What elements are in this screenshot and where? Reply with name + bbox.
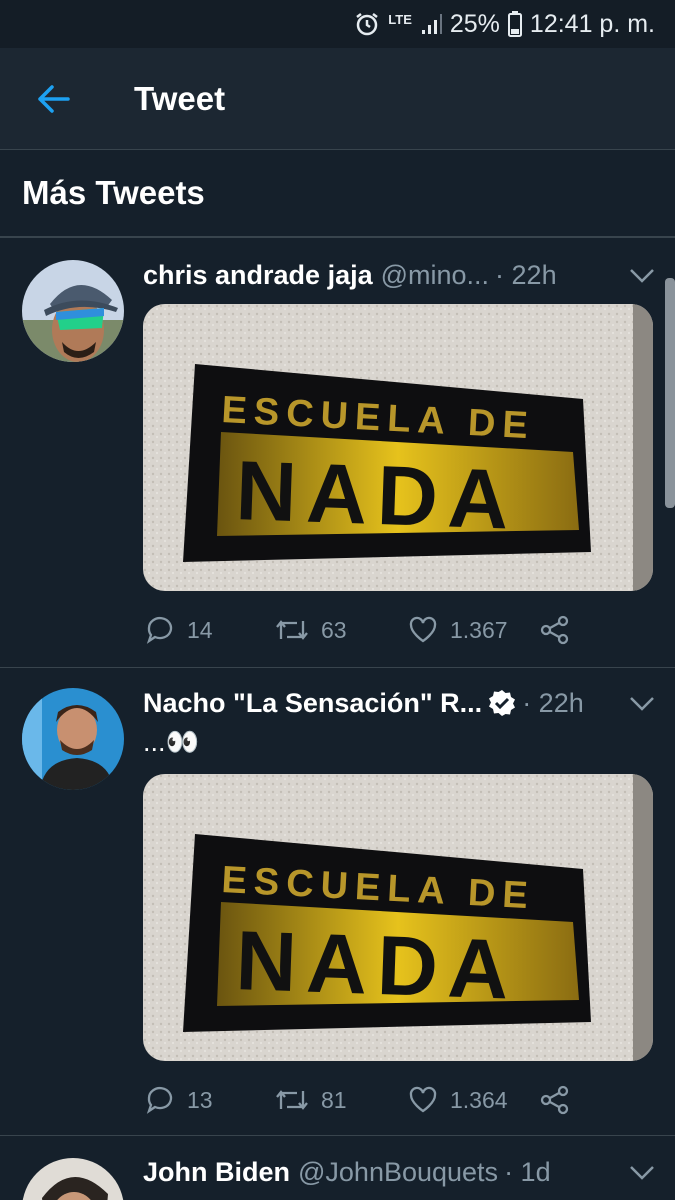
like-button[interactable]: 1.364 (408, 1086, 540, 1114)
author-name[interactable]: Nacho "La Sensación" R... (143, 688, 482, 719)
avatar[interactable] (22, 688, 124, 790)
section-title: Más Tweets (0, 150, 675, 238)
tweet-text: ...👀 (143, 727, 200, 757)
reply-count: 13 (187, 1086, 213, 1113)
heart-icon (409, 1086, 437, 1113)
tweet-time: · 22h (495, 259, 557, 290)
scrollbar[interactable] (665, 278, 675, 508)
share-button[interactable] (540, 1085, 570, 1115)
retweet-button[interactable]: 81 (275, 1087, 408, 1114)
tweet-card[interactable]: Nacho "La Sensación" R... · 22h ...👀 ESC… (0, 668, 675, 1136)
tweet-time: · 1d (504, 1156, 551, 1187)
chevron-down-icon[interactable] (629, 260, 655, 291)
tweet-image[interactable]: ESCUELA DE NADA (143, 304, 653, 591)
retweet-button[interactable]: 63 (275, 617, 408, 644)
author-handle[interactable]: @JohnBouquets (298, 1157, 498, 1188)
avatar[interactable] (22, 260, 124, 362)
reply-icon (146, 1086, 173, 1114)
share-icon (540, 615, 569, 645)
top-app-bar: Tweet (0, 48, 675, 150)
tweet-card[interactable]: chris andrade jaja @mino... · 22h ESCUEL… (0, 240, 675, 668)
author-handle[interactable]: @mino... (381, 260, 489, 291)
battery-percent: 25% (449, 9, 500, 38)
retweet-count: 63 (321, 616, 347, 643)
network-type: LTE (388, 12, 412, 27)
arrow-left-icon (38, 84, 70, 113)
retweet-icon (276, 620, 308, 640)
sign-text-main: NADA (234, 443, 520, 547)
clock: 12:41 p. m. (529, 9, 655, 38)
like-button[interactable]: 1.367 (408, 616, 540, 644)
chevron-down-icon[interactable] (629, 688, 655, 719)
author-name[interactable]: chris andrade jaja (143, 260, 373, 291)
retweet-count: 81 (321, 1086, 347, 1113)
page-title: Tweet (134, 79, 226, 117)
battery-icon (507, 11, 522, 37)
tweet-time: · 22h (522, 687, 584, 718)
verified-badge-icon (488, 689, 516, 717)
heart-icon (409, 616, 437, 643)
author-name[interactable]: John Biden (143, 1157, 290, 1188)
reply-icon (146, 616, 173, 644)
tweet-header: Nacho "La Sensación" R... · 22h (143, 683, 655, 723)
reply-count: 14 (187, 616, 213, 643)
reply-button[interactable]: 13 (145, 1086, 275, 1114)
retweet-icon (276, 1090, 308, 1110)
tweet-header: John Biden @JohnBouquets · 1d (143, 1152, 655, 1192)
alarm-icon (354, 11, 380, 37)
like-count: 1.364 (450, 1086, 508, 1113)
status-bar: LTE 25% 12:41 p. m. (0, 0, 675, 48)
tweet-image[interactable]: ESCUELA DE NADA (143, 774, 653, 1061)
chevron-down-icon[interactable] (629, 1157, 655, 1188)
tweet-header: chris andrade jaja @mino... · 22h (143, 255, 655, 295)
share-button[interactable] (540, 615, 570, 645)
tweet-card[interactable]: John Biden @JohnBouquets · 1d (0, 1137, 675, 1200)
tweet-actions: 13 81 1.364 (145, 1080, 570, 1120)
avatar[interactable] (22, 1158, 124, 1200)
signal-icon (420, 12, 442, 36)
like-count: 1.367 (450, 616, 508, 643)
sign-text-main: NADA (234, 913, 520, 1017)
reply-button[interactable]: 14 (145, 616, 275, 644)
back-button[interactable] (18, 64, 88, 134)
tweet-actions: 14 63 1.367 (145, 610, 570, 650)
share-icon (540, 1085, 569, 1115)
